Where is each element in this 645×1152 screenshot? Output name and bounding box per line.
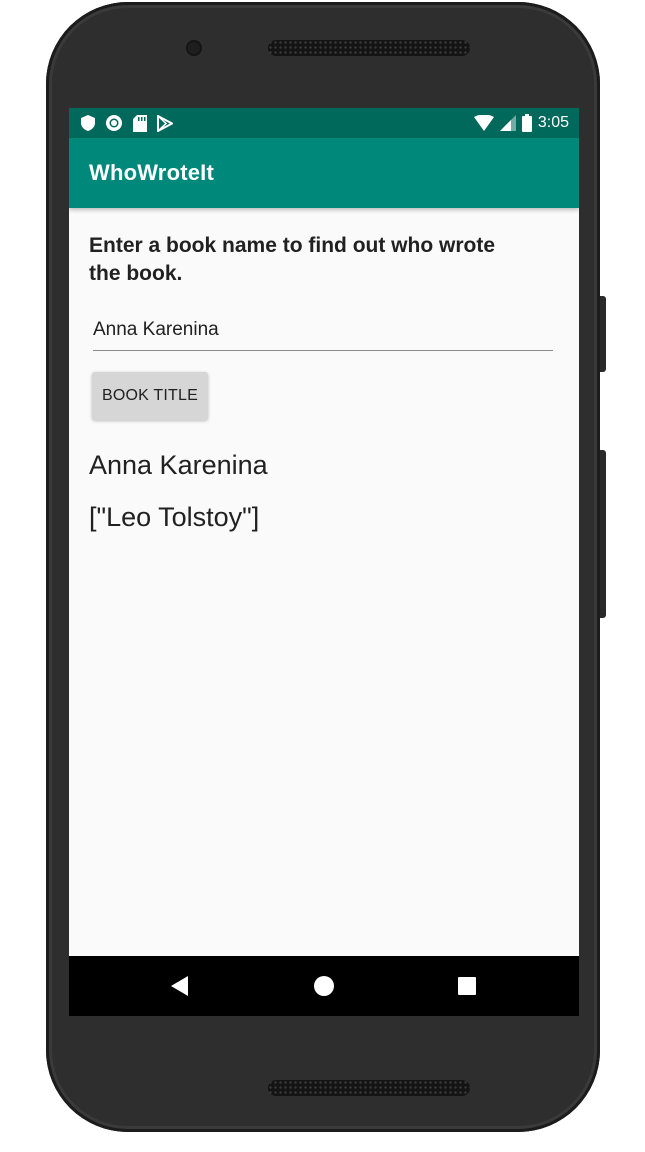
navigation-bar — [69, 956, 579, 1016]
screen: 3:05 WhoWroteIt Enter a book name to fin… — [69, 108, 579, 1016]
top-speaker — [268, 40, 470, 56]
back-button[interactable] — [168, 974, 192, 998]
app-title: WhoWroteIt — [89, 160, 215, 185]
battery-icon — [521, 114, 532, 132]
instructions-text: Enter a book name to find out who wrote … — [89, 234, 496, 285]
home-icon — [314, 976, 334, 996]
signal-icon — [499, 115, 516, 131]
status-bar: 3:05 — [69, 108, 579, 138]
book-title-input[interactable] — [93, 314, 553, 351]
back-icon — [171, 976, 188, 996]
shield-icon — [81, 115, 95, 131]
sync-icon — [106, 115, 122, 131]
book-title-button[interactable]: BOOK TITLE — [92, 372, 208, 420]
wifi-icon — [473, 115, 494, 131]
home-button[interactable] — [312, 974, 336, 998]
recents-button[interactable] — [455, 974, 479, 998]
power-button — [600, 296, 606, 372]
volume-rocker — [600, 450, 606, 618]
recents-icon — [458, 977, 476, 995]
bottom-speaker — [268, 1080, 470, 1096]
result-title: Anna Karenina — [89, 450, 268, 480]
play-store-icon — [157, 114, 173, 132]
status-time: 3:05 — [537, 114, 569, 131]
app-bar: WhoWroteIt — [69, 138, 579, 208]
front-camera — [186, 40, 202, 56]
sd-card-icon — [133, 114, 147, 132]
result-author: ["Leo Tolstoy"] — [89, 502, 260, 532]
